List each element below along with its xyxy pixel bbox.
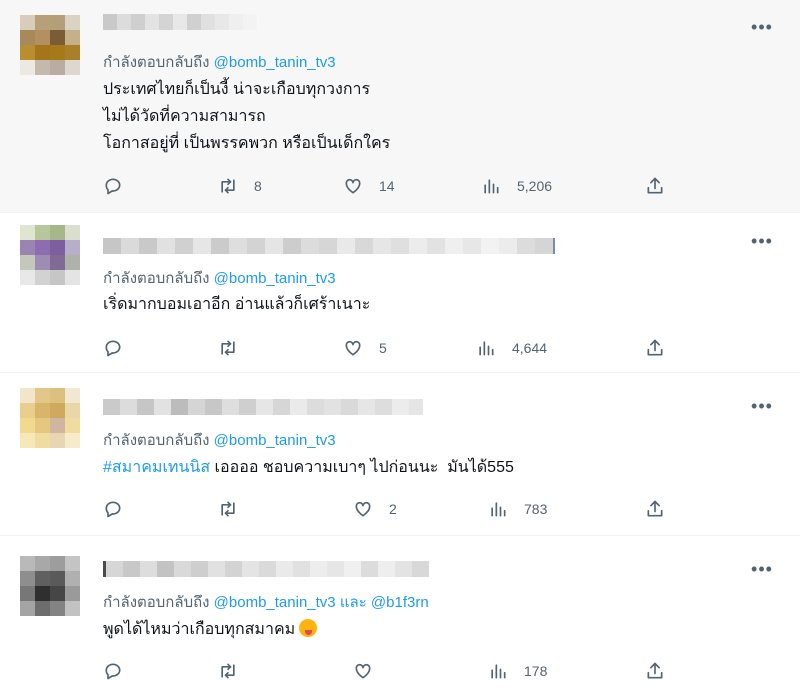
replying-to-label: กำลังตอบกลับถึง bbox=[103, 270, 210, 287]
reply-button[interactable] bbox=[103, 497, 123, 521]
mention-link[interactable]: @bomb_tanin_tv3 bbox=[214, 270, 336, 287]
mention-link[interactable]: @b1f3rn bbox=[371, 594, 429, 611]
views-count: 178 bbox=[524, 663, 548, 679]
replying-to: กำลังตอบกลับถึง @bomb_tanin_tv3 bbox=[103, 50, 336, 74]
tweet-text-line: ประเทศไทยก็เป็นงี้ น่าจะเกือบทุกวงการ bbox=[103, 81, 371, 98]
more-icon[interactable]: ••• bbox=[750, 397, 774, 419]
reply-button[interactable] bbox=[103, 659, 123, 683]
tweet-4[interactable]: ••• กำลังตอบกลับถึง @bomb_tanin_tv3 และ … bbox=[0, 536, 800, 699]
username-redacted[interactable] bbox=[103, 14, 257, 30]
analytics-icon bbox=[484, 179, 499, 194]
avatar[interactable] bbox=[20, 225, 80, 285]
replying-to-label: กำลังตอบกลับถึง bbox=[103, 594, 210, 611]
reply-icon bbox=[105, 663, 121, 680]
like-count: 5 bbox=[379, 340, 387, 356]
tweet-text-line: ไม่ได้วัดที่ความสามารถ bbox=[103, 108, 266, 125]
more-icon[interactable]: ••• bbox=[750, 560, 774, 582]
squinting-face-with-tongue-icon bbox=[299, 619, 318, 637]
share-icon bbox=[647, 662, 663, 679]
reply-button[interactable] bbox=[103, 174, 123, 198]
share-icon bbox=[647, 339, 663, 356]
retweet-icon bbox=[221, 178, 235, 194]
avatar[interactable] bbox=[20, 15, 80, 75]
reply-icon bbox=[105, 501, 121, 518]
replying-to: กำลังตอบกลับถึง @bomb_tanin_tv3 และ @b1f… bbox=[103, 590, 429, 614]
tweet-1[interactable]: ••• กำลังตอบกลับถึง @bomb_tanin_tv3 ประเ… bbox=[0, 0, 800, 213]
analytics-icon bbox=[479, 341, 494, 356]
replying-to: กำลังตอบกลับถึง @bomb_tanin_tv3 bbox=[103, 266, 336, 290]
more-icon[interactable]: ••• bbox=[750, 18, 774, 40]
views-button[interactable]: 783 bbox=[488, 497, 547, 521]
heart-icon bbox=[355, 501, 371, 517]
retweet-icon bbox=[221, 501, 235, 517]
username-redacted[interactable] bbox=[103, 238, 555, 254]
retweet-button[interactable]: 8 bbox=[218, 174, 262, 198]
action-bar: 8 14 5,206 bbox=[103, 174, 673, 198]
avatar[interactable] bbox=[20, 556, 80, 616]
reply-icon bbox=[105, 340, 121, 357]
like-button[interactable]: 5 bbox=[343, 336, 387, 360]
share-icon bbox=[647, 500, 663, 517]
tweet-text-line: พูดได้ไหมว่าเกือบทุกสมาคม bbox=[103, 621, 296, 638]
tweet-3[interactable]: ••• กำลังตอบกลับถึง @bomb_tanin_tv3 #สมา… bbox=[0, 373, 800, 536]
views-button[interactable]: 5,206 bbox=[481, 174, 552, 198]
retweet-button[interactable] bbox=[218, 659, 254, 683]
replying-to-label: กำลังตอบกลับถึง bbox=[103, 54, 210, 71]
tweet-text: ประเทศไทยก็เป็นงี้ น่าจะเกือบทุกวงการ ไม… bbox=[103, 76, 390, 157]
reply-button[interactable] bbox=[103, 336, 123, 360]
tweet-text: เริ่ดมากบอมเอาอีก อ่านแล้วก็เศร้าเนาะ bbox=[103, 291, 370, 318]
action-bar: 2 783 bbox=[103, 497, 673, 521]
share-icon bbox=[647, 177, 663, 194]
share-button[interactable] bbox=[645, 497, 665, 521]
tweet-text-line: เริ่ดมากบอมเอาอีก อ่านแล้วก็เศร้าเนาะ bbox=[103, 296, 371, 313]
like-button[interactable]: 14 bbox=[343, 174, 395, 198]
share-button[interactable] bbox=[645, 659, 665, 683]
heart-icon bbox=[345, 178, 361, 194]
like-count: 14 bbox=[379, 178, 395, 194]
action-bar: 178 bbox=[103, 659, 673, 683]
replying-to-label: กำลังตอบกลับถึง bbox=[103, 432, 210, 449]
tweet-2[interactable]: ••• กำลังตอบกลับถึง @bomb_tanin_tv3 เริ่… bbox=[0, 213, 800, 373]
retweet-icon bbox=[221, 340, 235, 356]
username-redacted[interactable] bbox=[103, 561, 429, 577]
like-button[interactable] bbox=[353, 659, 389, 683]
reply-icon bbox=[105, 178, 121, 195]
replying-to: กำลังตอบกลับถึง @bomb_tanin_tv3 bbox=[103, 428, 336, 452]
mention-link[interactable]: @bomb_tanin_tv3 bbox=[214, 432, 336, 449]
views-button[interactable]: 4,644 bbox=[476, 336, 547, 360]
share-button[interactable] bbox=[645, 336, 665, 360]
username-redacted[interactable] bbox=[103, 399, 423, 415]
retweet-icon bbox=[221, 663, 235, 679]
analytics-icon bbox=[491, 664, 506, 679]
views-button[interactable]: 178 bbox=[488, 659, 547, 683]
retweet-count: 8 bbox=[254, 178, 262, 194]
like-button[interactable]: 2 bbox=[353, 497, 397, 521]
heart-icon bbox=[345, 340, 361, 356]
tweet-text: พูดได้ไหมว่าเกือบทุกสมาคม bbox=[103, 616, 318, 643]
views-count: 783 bbox=[524, 501, 548, 517]
action-bar: 5 4,644 bbox=[103, 336, 673, 360]
tweet-text-line: เออออ ชอบความเบาๆ ไปก่อนนะ มันได้555 bbox=[210, 459, 514, 476]
views-count: 4,644 bbox=[512, 340, 548, 356]
analytics-icon bbox=[491, 502, 506, 517]
views-count: 5,206 bbox=[517, 178, 553, 194]
mention-link[interactable]: @bomb_tanin_tv3 bbox=[214, 54, 336, 71]
mention-link[interactable]: @bomb_tanin_tv3 bbox=[214, 594, 336, 611]
retweet-button[interactable] bbox=[218, 497, 254, 521]
hashtag-link[interactable]: #สมาคมเทนนิส bbox=[103, 459, 210, 476]
more-icon[interactable]: ••• bbox=[750, 232, 774, 254]
avatar[interactable] bbox=[20, 388, 80, 448]
tweet-text-line: โอกาสอยู่ที่ เป็นพรรคพวก หรือเป็นเด็กใคร bbox=[103, 135, 391, 152]
heart-icon bbox=[355, 663, 371, 679]
retweet-button[interactable] bbox=[218, 336, 254, 360]
and-word: และ bbox=[339, 594, 367, 611]
like-count: 2 bbox=[389, 501, 397, 517]
share-button[interactable] bbox=[645, 174, 665, 198]
tweet-text: #สมาคมเทนนิส เออออ ชอบความเบาๆ ไปก่อนนะ … bbox=[103, 454, 514, 481]
